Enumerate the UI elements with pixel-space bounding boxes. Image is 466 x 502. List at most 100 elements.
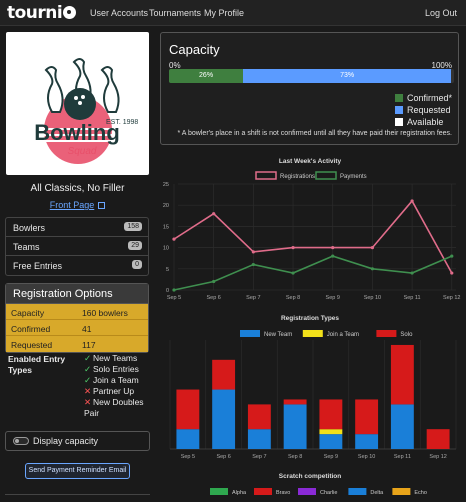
chart-title: Registration Types bbox=[281, 315, 339, 322]
display-capacity-toggle-row[interactable]: Display capacity bbox=[5, 431, 150, 451]
legend-swatch bbox=[376, 330, 397, 337]
data-point bbox=[450, 254, 454, 258]
y-tick-label: 5 bbox=[166, 267, 169, 273]
count-badge: 0 bbox=[132, 260, 142, 269]
y-tick-label: 25 bbox=[163, 182, 169, 188]
legend-swatch bbox=[254, 488, 272, 495]
bar-segment bbox=[176, 429, 200, 449]
send-payment-reminder-button[interactable]: Send Payment Reminder Email bbox=[25, 463, 130, 479]
chart-title: Scratch competition bbox=[279, 473, 342, 480]
capacity-bar-confirmed: 26% bbox=[169, 69, 244, 83]
nav-user-accounts[interactable]: User Accounts bbox=[90, 8, 148, 18]
legend-swatch bbox=[315, 171, 337, 180]
bar-segment bbox=[247, 429, 271, 449]
x-tick-label: Sep 9 bbox=[324, 454, 338, 460]
entry-type-join-team: ✓ Join a Team bbox=[84, 375, 139, 385]
x-tick-label: Sep 8 bbox=[286, 295, 300, 301]
external-link-icon bbox=[98, 202, 106, 209]
x-tick-label: Sep 11 bbox=[404, 295, 421, 301]
data-point bbox=[370, 246, 375, 250]
entry-counts: Bowlers 158 Teams 29 Free Entries 0 bbox=[5, 217, 149, 276]
data-point bbox=[331, 254, 335, 258]
count-badge: 29 bbox=[128, 241, 142, 250]
legend-label: Alpha bbox=[232, 490, 247, 496]
legend-swatch bbox=[240, 330, 260, 337]
series-line bbox=[173, 255, 453, 291]
legend-requested: Requested bbox=[394, 104, 452, 116]
front-page-link[interactable]: Front Page bbox=[5, 200, 150, 210]
data-point bbox=[331, 246, 335, 250]
data-point bbox=[212, 279, 216, 284]
legend-available: Available bbox=[394, 116, 452, 128]
x-tick-label: Sep 7 bbox=[246, 295, 260, 301]
data-point bbox=[251, 250, 255, 254]
entry-type-solo: ✓ Solo Entries bbox=[84, 364, 139, 374]
legend-label: Payments bbox=[340, 174, 367, 180]
entry-types-label: Enabled Entry Types bbox=[8, 354, 66, 375]
capacity-note: * A bowler's place in a shift is not con… bbox=[177, 130, 452, 137]
data-point bbox=[370, 267, 375, 271]
bar-segment bbox=[390, 404, 414, 449]
enabled-entry-types: Enabled Entry Types ✓ New Teams ✓ Solo Ent… bbox=[5, 352, 149, 424]
nav-my-profile[interactable]: My Profile bbox=[204, 8, 244, 18]
count-row-free-entries[interactable]: Free Entries 0 bbox=[6, 256, 148, 275]
legend-label: Bravo bbox=[276, 490, 290, 496]
top-navbar: tourni User Accounts Tournaments My Prof… bbox=[0, 0, 466, 26]
bar-segment bbox=[426, 429, 450, 449]
legend-swatch bbox=[210, 488, 228, 495]
y-tick-label: 0 bbox=[166, 288, 169, 294]
x-tick-label: Sep 9 bbox=[326, 295, 340, 301]
legend-swatch bbox=[298, 488, 316, 495]
logo-sub: Squad bbox=[68, 146, 97, 157]
bar-segment bbox=[355, 399, 379, 435]
logo-name: Bowling bbox=[34, 120, 120, 145]
logout-link[interactable]: Log Out bbox=[425, 8, 457, 18]
toggle-switch[interactable] bbox=[13, 437, 29, 445]
brand-logo[interactable]: tourni bbox=[7, 3, 77, 23]
x-tick-label: Sep 12 bbox=[443, 295, 460, 301]
x-tick-label: Sep 11 bbox=[394, 454, 411, 460]
legend-label: New Team bbox=[264, 332, 292, 338]
confirmed-row: Confirmed 41 bbox=[6, 320, 148, 336]
legend-label: Delta bbox=[370, 490, 384, 496]
nav-tournaments[interactable]: Tournaments bbox=[149, 8, 201, 18]
data-point bbox=[410, 271, 414, 275]
data-point bbox=[172, 237, 176, 241]
registration-options-title: Registration Options bbox=[6, 284, 148, 304]
requested-row: Requested 117 bbox=[11, 340, 96, 350]
bar-segment bbox=[319, 399, 343, 430]
capacity-card: Capacity 0% 100% 26% 73% Confirmed* Requ… bbox=[160, 32, 459, 145]
legend-swatch bbox=[392, 488, 411, 495]
chart-title: Last Week's Activity bbox=[279, 158, 342, 165]
legend-swatch bbox=[302, 330, 323, 337]
data-point bbox=[172, 288, 176, 292]
legend-label: Registrations bbox=[280, 174, 315, 180]
capacity-legend: Confirmed* Requested Available bbox=[394, 92, 452, 128]
y-tick-label: 15 bbox=[163, 224, 169, 230]
count-row-teams[interactable]: Teams 29 bbox=[6, 237, 148, 256]
bar-segment bbox=[176, 389, 200, 430]
count-row-bowlers[interactable]: Bowlers 158 bbox=[6, 218, 148, 237]
legend-label: Solo bbox=[400, 332, 413, 338]
check-icon: ✓ bbox=[84, 353, 92, 363]
legend-confirmed: Confirmed* bbox=[394, 92, 452, 104]
data-point bbox=[291, 271, 295, 275]
capacity-row: Capacity 160 bowlers bbox=[6, 304, 148, 320]
legend-label: Echo bbox=[414, 490, 427, 496]
x-tick-label: Sep 5 bbox=[181, 454, 195, 460]
bar-segment bbox=[319, 434, 343, 449]
check-icon: ✓ bbox=[84, 375, 92, 385]
tournament-name: All Classics, No Filler bbox=[30, 183, 125, 194]
bowling-ball-icon bbox=[63, 6, 77, 19]
bar-segment bbox=[283, 399, 307, 405]
y-tick-label: 10 bbox=[163, 246, 169, 252]
x-tick-label: Sep 6 bbox=[216, 454, 230, 460]
x-tick-label: Sep 7 bbox=[252, 454, 266, 460]
scratch-competition-chart: Scratch competition Alpha Bravo Charlie Delt… bbox=[158, 468, 463, 502]
y-tick-label: 20 bbox=[163, 203, 169, 209]
bar-segment bbox=[283, 404, 307, 449]
legend-swatch bbox=[348, 488, 367, 495]
bar-segment bbox=[212, 359, 236, 390]
legend-label: Charlie bbox=[320, 490, 337, 496]
data-point bbox=[410, 199, 414, 203]
